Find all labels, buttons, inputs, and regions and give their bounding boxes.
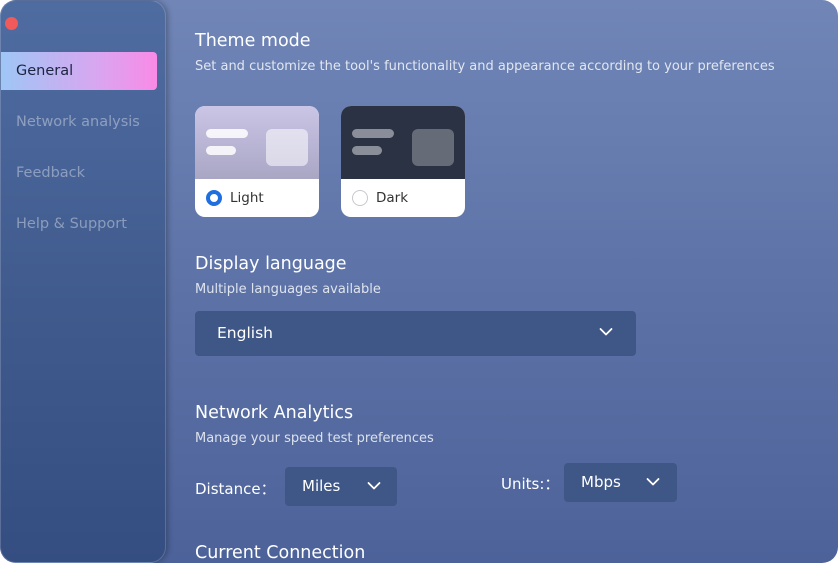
sidebar-item-network-analysis[interactable]: Network analysis bbox=[1, 103, 157, 141]
distance-select-value: Miles bbox=[302, 477, 341, 495]
sidebar-item-help-support[interactable]: Help & Support bbox=[1, 205, 157, 243]
sidebar-item-label: Help & Support bbox=[16, 216, 127, 232]
network-analytics-subtitle: Manage your speed test preferences bbox=[195, 431, 434, 446]
sidebar: General Network analysis Feedback Help &… bbox=[0, 0, 166, 563]
chevron-down-icon bbox=[367, 482, 381, 490]
preview-bar bbox=[206, 146, 236, 155]
distance-select[interactable]: Miles bbox=[285, 467, 397, 506]
preview-bar bbox=[352, 129, 394, 138]
settings-window: General Network analysis Feedback Help &… bbox=[0, 0, 838, 563]
theme-card-dark[interactable]: Dark bbox=[341, 106, 465, 217]
preview-bar bbox=[352, 146, 382, 155]
display-language-title: Display language bbox=[195, 254, 347, 274]
preview-bar bbox=[206, 129, 248, 138]
chevron-down-icon bbox=[599, 328, 613, 336]
light-theme-preview bbox=[195, 106, 319, 179]
theme-option-dark[interactable]: Dark bbox=[341, 179, 465, 217]
sidebar-item-label: Feedback bbox=[16, 165, 86, 181]
theme-option-label: Dark bbox=[376, 190, 409, 206]
units-label: Units:： bbox=[501, 475, 560, 493]
units-select-value: Mbps bbox=[581, 473, 621, 491]
language-select[interactable]: English bbox=[195, 311, 636, 356]
current-connection-title: Current Connection bbox=[195, 543, 366, 563]
network-analytics-title: Network Analytics bbox=[195, 403, 354, 423]
units-select[interactable]: Mbps bbox=[564, 463, 677, 502]
light-radio[interactable] bbox=[206, 190, 222, 206]
theme-mode-title: Theme mode bbox=[195, 31, 311, 51]
close-window-button[interactable] bbox=[5, 17, 18, 30]
dark-radio[interactable] bbox=[352, 190, 368, 206]
display-language-subtitle: Multiple languages available bbox=[195, 282, 381, 297]
dark-theme-preview bbox=[341, 106, 465, 179]
preview-box bbox=[412, 129, 454, 166]
theme-option-label: Light bbox=[230, 190, 264, 206]
sidebar-item-label: General bbox=[16, 63, 74, 79]
theme-option-light[interactable]: Light bbox=[195, 179, 319, 217]
sidebar-item-label: Network analysis bbox=[16, 114, 140, 130]
theme-card-light[interactable]: Light bbox=[195, 106, 319, 217]
preview-box bbox=[266, 129, 308, 166]
language-select-value: English bbox=[217, 324, 273, 342]
sidebar-item-feedback[interactable]: Feedback bbox=[1, 154, 157, 192]
distance-label: Distance： bbox=[195, 480, 276, 498]
chevron-down-icon bbox=[646, 478, 660, 486]
sidebar-item-general[interactable]: General bbox=[1, 52, 157, 90]
theme-mode-subtitle: Set and customize the tool's functionali… bbox=[195, 59, 775, 74]
